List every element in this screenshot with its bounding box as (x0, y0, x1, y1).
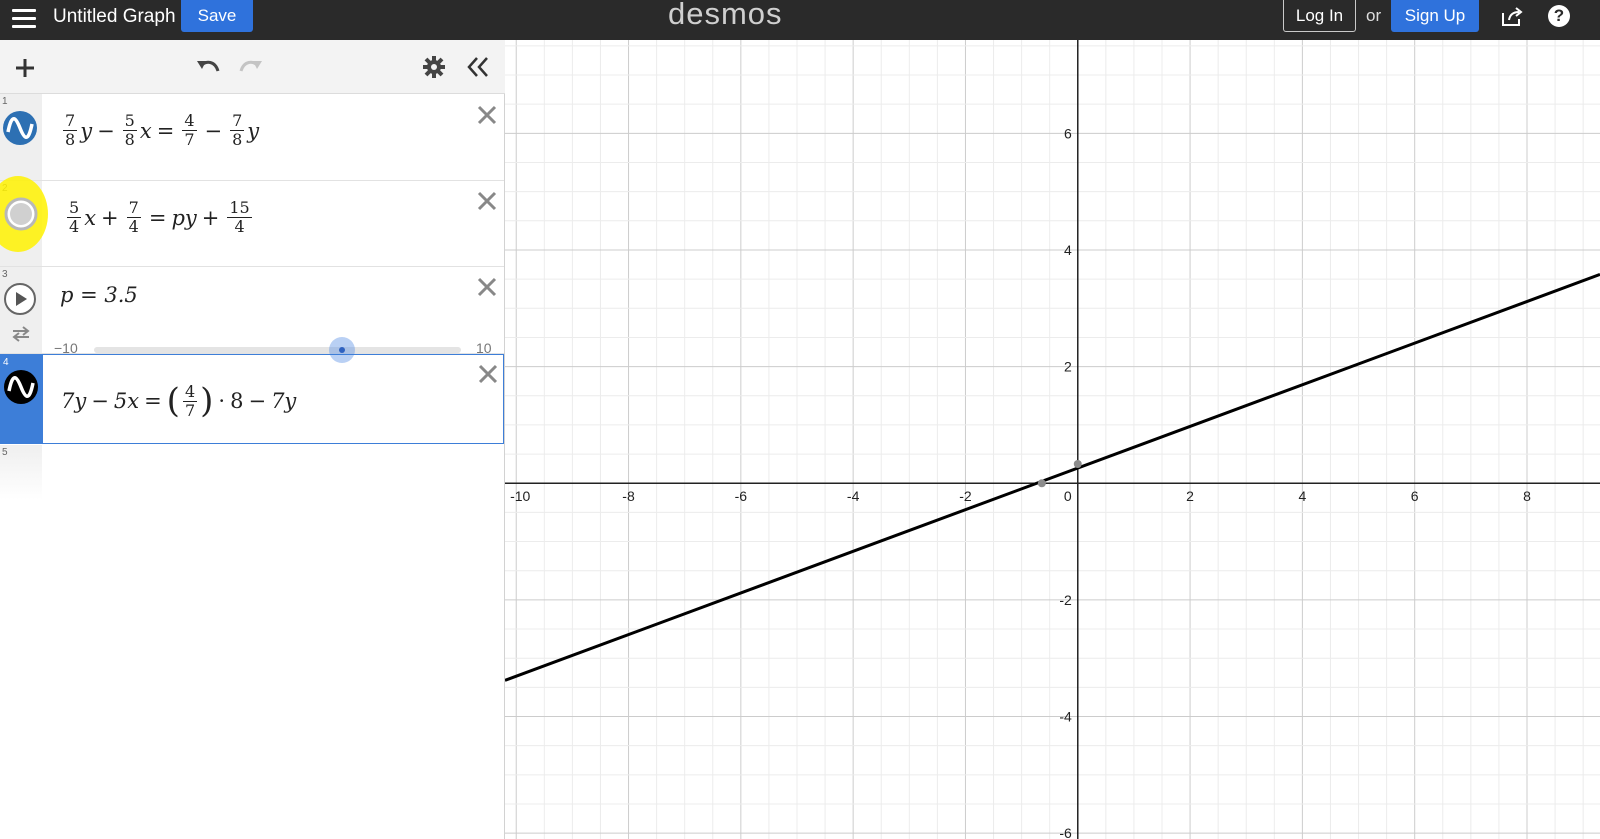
or-text: or (1366, 6, 1382, 25)
x-tick-label: 4 (1298, 488, 1306, 504)
expression-gutter: 4 (1, 355, 43, 443)
x-tick-label: -10 (510, 488, 530, 504)
math-input[interactable]: 7 8 y − 5 8 x = 4 7− 78y (60, 112, 259, 149)
empty-expression-gutter[interactable]: 5 (0, 445, 42, 500)
delete-expression-icon[interactable] (476, 276, 498, 298)
login-button[interactable]: Log In (1283, 0, 1356, 32)
delete-expression-icon[interactable] (476, 104, 498, 126)
expression-row[interactable]: 1 7 8 y − 5 8 x = 4 7− 78y (0, 94, 504, 181)
menu-icon[interactable] (12, 6, 36, 32)
play-slider-icon[interactable] (3, 282, 37, 316)
expression-number: 5 (2, 447, 8, 458)
math-input[interactable]: 5 4 x + 7 4 = py + 15 4 (64, 199, 255, 236)
y-tick-label: 2 (1064, 359, 1072, 375)
y-tick-label: -2 (1059, 592, 1072, 608)
add-icon[interactable] (14, 57, 36, 79)
x-tick-label: 2 (1186, 488, 1194, 504)
y-tick-label: 6 (1064, 125, 1072, 141)
y-tick-label: -4 (1059, 709, 1072, 725)
expression-number: 3 (2, 269, 8, 280)
slider-track[interactable] (94, 347, 461, 353)
settings-gear-icon[interactable] (423, 56, 445, 78)
delete-expression-icon[interactable] (477, 363, 499, 385)
expression-toolbar (0, 40, 505, 94)
y-tick-label: -6 (1059, 825, 1072, 839)
expression-gutter: 1 (0, 94, 42, 180)
graph-title[interactable]: Untitled Graph (53, 6, 176, 28)
signup-button[interactable]: Sign Up (1391, 0, 1479, 32)
x-tick-label: -6 (735, 488, 748, 504)
graph-canvas[interactable]: -10 -8 -6 -4 -2 0 2 4 6 8 6 4 2 -2 -4 -6 (505, 40, 1600, 839)
expression-gutter: 3 (0, 267, 42, 353)
expression-number: 4 (3, 357, 9, 368)
redo-icon[interactable] (238, 57, 264, 77)
x-tick-label: -8 (622, 488, 635, 504)
loop-mode-icon[interactable] (10, 325, 32, 343)
intercept-point (1073, 459, 1082, 468)
undo-icon[interactable] (195, 57, 221, 77)
expression-number: 1 (2, 96, 8, 107)
graph-color-toggle-icon[interactable] (2, 110, 38, 146)
graph-color-toggle-icon[interactable] (3, 369, 39, 405)
share-icon[interactable] (1501, 7, 1523, 27)
expression-panel: 1 78y− 58x= 47− 78y 2 54x+ 7 (0, 40, 505, 839)
x-tick-label: -4 (847, 488, 860, 504)
x-tick-label: 8 (1523, 488, 1531, 504)
intercept-point (1037, 479, 1046, 488)
x-tick-label: 0 (1064, 488, 1072, 504)
expression-row[interactable]: 3 p = 3.5 −10 10 (0, 267, 504, 363)
x-tick-label: -2 (959, 488, 972, 504)
x-tick-label: 6 (1411, 488, 1419, 504)
expression-row[interactable]: 2 54x+ 74=py+ 154 (0, 176, 504, 267)
y-tick-label: 4 (1064, 242, 1072, 258)
graph-line (505, 273, 1600, 682)
hidden-graph-toggle-icon[interactable] (4, 197, 38, 231)
expression-row[interactable]: 4 7y −5x = ( 47 ) · 8−7y (0, 354, 504, 444)
delete-expression-icon[interactable] (476, 190, 498, 212)
collapse-panel-icon[interactable] (466, 56, 490, 78)
top-bar: Untitled Graph Save desmos Log In or Sig… (0, 0, 1600, 40)
help-icon[interactable]: ? (1548, 5, 1570, 27)
save-button[interactable]: Save (181, 0, 253, 32)
math-input[interactable]: p = 3.5 (60, 283, 138, 307)
math-input[interactable]: 7y −5x = ( 47 ) · 8−7y (61, 381, 296, 421)
desmos-logo: desmos (668, 0, 783, 31)
